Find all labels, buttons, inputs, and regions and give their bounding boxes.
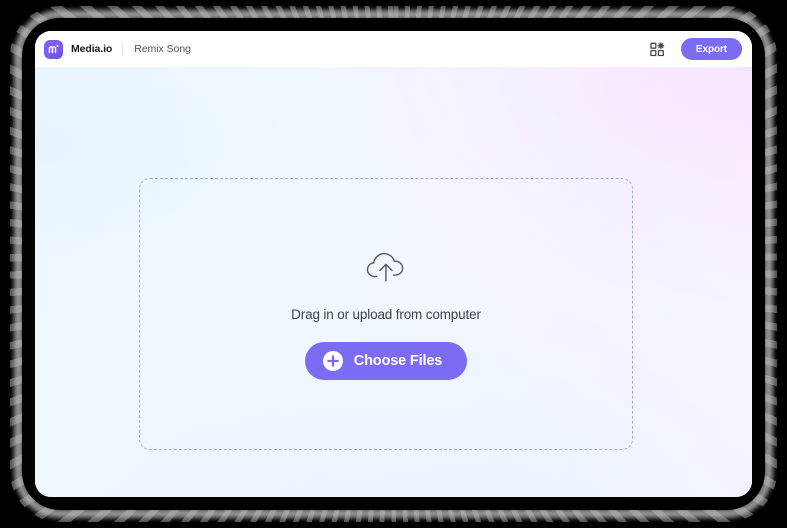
- project-name: Remix Song: [134, 43, 191, 55]
- app-header: Media.io Remix Song Export: [35, 31, 752, 67]
- header-actions: Export: [648, 38, 742, 60]
- apps-grid-icon[interactable]: [648, 39, 668, 59]
- plus-circle-icon: [322, 351, 343, 371]
- brand-group[interactable]: Media.io: [44, 39, 113, 59]
- choose-files-button[interactable]: Choose Files: [304, 342, 468, 380]
- app-window: Media.io Remix Song Export Drag in or up…: [35, 31, 752, 497]
- editor-canvas: Drag in or upload from computer Choose F…: [35, 67, 752, 497]
- header-divider: [122, 42, 124, 56]
- file-dropzone[interactable]: Drag in or upload from computer Choose F…: [139, 178, 633, 450]
- export-button[interactable]: Export: [680, 38, 742, 60]
- choose-files-label: Choose Files: [353, 353, 443, 369]
- dropzone-hint-text: Drag in or upload from computer: [291, 307, 481, 322]
- media-io-logo-icon: [44, 39, 63, 59]
- cloud-upload-icon: [364, 248, 408, 286]
- brand-name: Media.io: [71, 43, 113, 55]
